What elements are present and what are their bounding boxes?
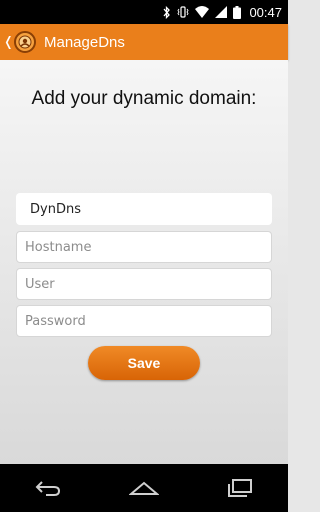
wifi-icon: [195, 6, 210, 18]
home-icon[interactable]: [124, 473, 164, 503]
app-logo-icon[interactable]: [14, 31, 36, 53]
battery-icon: [233, 5, 242, 19]
status-icons: 00:47: [163, 0, 282, 24]
user-field[interactable]: [16, 268, 272, 300]
status-bar: 00:47: [0, 0, 288, 24]
bluetooth-icon: [163, 5, 171, 19]
up-caret-icon[interactable]: ❬: [3, 35, 14, 50]
vibrate-icon: [177, 6, 189, 18]
signal-icon: [215, 6, 228, 18]
action-bar: ❬ ManageDns: [0, 24, 288, 60]
hostname-field[interactable]: [16, 231, 272, 263]
save-button[interactable]: Save: [88, 346, 200, 380]
back-icon[interactable]: [28, 473, 68, 503]
form-heading: Add your dynamic domain:: [31, 88, 257, 109]
service-field[interactable]: [16, 193, 272, 225]
password-field[interactable]: [16, 305, 272, 337]
app-title: ManageDns: [44, 33, 125, 51]
status-time: 00:47: [249, 4, 282, 20]
recent-apps-icon[interactable]: [220, 473, 260, 503]
navigation-bar: [0, 464, 288, 512]
